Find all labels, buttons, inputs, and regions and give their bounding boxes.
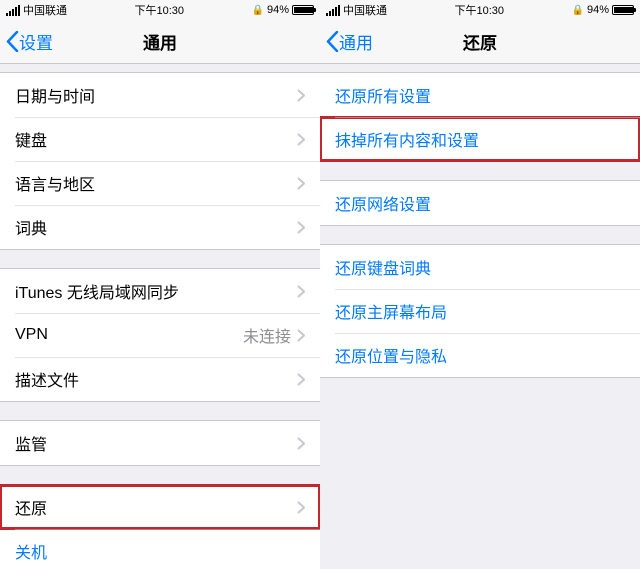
cell-label: 还原网络设置 <box>335 191 431 215</box>
chevron-right-icon <box>297 133 305 146</box>
cell-label: 键盘 <box>15 127 47 151</box>
signal-icon <box>6 5 20 16</box>
chevron-left-icon <box>326 31 339 52</box>
cell-keyboard[interactable]: 键盘 <box>0 117 320 161</box>
chevron-right-icon <box>297 221 305 234</box>
status-bar: 中国联通 下午10:30 🔒 94% <box>320 0 640 20</box>
cell-profile[interactable]: 描述文件 <box>0 357 320 401</box>
battery-icon <box>292 5 314 15</box>
battery-icon <box>612 5 634 15</box>
battery-pct: 94% <box>587 4 609 16</box>
cell-shutdown[interactable]: 关机 <box>0 529 320 569</box>
status-time: 下午10:30 <box>134 2 184 18</box>
back-label: 通用 <box>339 29 373 54</box>
page-title: 还原 <box>463 29 497 54</box>
cell-date-time[interactable]: 日期与时间 <box>0 73 320 117</box>
group-1: 还原所有设置 抹掉所有内容和设置 <box>320 72 640 162</box>
cell-label: 还原键盘词典 <box>335 255 431 279</box>
cell-erase-all-content[interactable]: 抹掉所有内容和设置 <box>320 117 640 161</box>
group-3: 监管 <box>0 420 320 466</box>
cell-label: VPN <box>15 326 48 344</box>
carrier-label: 中国联通 <box>343 2 387 18</box>
chevron-right-icon <box>297 329 305 342</box>
status-bar: 中国联通 下午10:30 🔒 94% <box>0 0 320 20</box>
cell-label: iTunes 无线局域网同步 <box>15 279 179 303</box>
chevron-right-icon <box>297 501 305 514</box>
cell-reset[interactable]: 还原 <box>0 485 320 529</box>
cell-label: 描述文件 <box>15 367 79 391</box>
chevron-right-icon <box>297 437 305 450</box>
screen-reset: 中国联通 下午10:30 🔒 94% 通用 还原 还原所有设置 抹掉所有内容和设… <box>320 0 640 569</box>
lock-icon: 🔒 <box>572 5 584 16</box>
signal-icon <box>326 5 340 16</box>
group-2: 还原网络设置 <box>320 180 640 226</box>
cell-reset-network[interactable]: 还原网络设置 <box>320 181 640 225</box>
cell-label: 还原主屏幕布局 <box>335 299 447 323</box>
group-2: iTunes 无线局域网同步 VPN 未连接 描述文件 <box>0 268 320 402</box>
cell-label: 日期与时间 <box>15 83 95 107</box>
chevron-left-icon <box>6 31 19 52</box>
nav-bar: 通用 还原 <box>320 20 640 64</box>
chevron-right-icon <box>297 285 305 298</box>
cell-regulatory[interactable]: 监管 <box>0 421 320 465</box>
group-4: 还原 关机 <box>0 484 320 569</box>
cell-label: 监管 <box>15 431 47 455</box>
lock-icon: 🔒 <box>252 5 264 16</box>
cell-label: 还原所有设置 <box>335 83 431 107</box>
cell-label: 还原 <box>15 495 47 519</box>
group-3: 还原键盘词典 还原主屏幕布局 还原位置与隐私 <box>320 244 640 378</box>
cell-label: 抹掉所有内容和设置 <box>335 127 479 151</box>
screen-general: 中国联通 下午10:30 🔒 94% 设置 通用 日期与时间 键盘 语言与 <box>0 0 320 569</box>
status-time: 下午10:30 <box>454 2 504 18</box>
battery-pct: 94% <box>267 4 289 16</box>
cell-label: 还原位置与隐私 <box>335 343 447 367</box>
cell-reset-home-layout[interactable]: 还原主屏幕布局 <box>320 289 640 333</box>
chevron-right-icon <box>297 373 305 386</box>
cell-reset-location-privacy[interactable]: 还原位置与隐私 <box>320 333 640 377</box>
carrier-label: 中国联通 <box>23 2 67 18</box>
cell-reset-all-settings[interactable]: 还原所有设置 <box>320 73 640 117</box>
nav-bar: 设置 通用 <box>0 20 320 64</box>
cell-label: 词典 <box>15 215 47 239</box>
cell-language-region[interactable]: 语言与地区 <box>0 161 320 205</box>
cell-label: 关机 <box>15 539 47 563</box>
cell-value: 未连接 <box>243 323 291 347</box>
content: 日期与时间 键盘 语言与地区 词典 iTunes 无线局域网同步 V <box>0 64 320 569</box>
cell-vpn[interactable]: VPN 未连接 <box>0 313 320 357</box>
chevron-right-icon <box>297 177 305 190</box>
cell-dictionary[interactable]: 词典 <box>0 205 320 249</box>
back-label: 设置 <box>19 29 53 54</box>
cell-label: 语言与地区 <box>15 171 95 195</box>
back-button[interactable]: 通用 <box>326 29 373 54</box>
cell-itunes-wifi-sync[interactable]: iTunes 无线局域网同步 <box>0 269 320 313</box>
group-1: 日期与时间 键盘 语言与地区 词典 <box>0 72 320 250</box>
cell-reset-keyboard-dict[interactable]: 还原键盘词典 <box>320 245 640 289</box>
back-button[interactable]: 设置 <box>6 29 53 54</box>
chevron-right-icon <box>297 89 305 102</box>
content: 还原所有设置 抹掉所有内容和设置 还原网络设置 还原键盘词典 还原主屏幕布局 还… <box>320 64 640 569</box>
page-title: 通用 <box>143 29 177 54</box>
